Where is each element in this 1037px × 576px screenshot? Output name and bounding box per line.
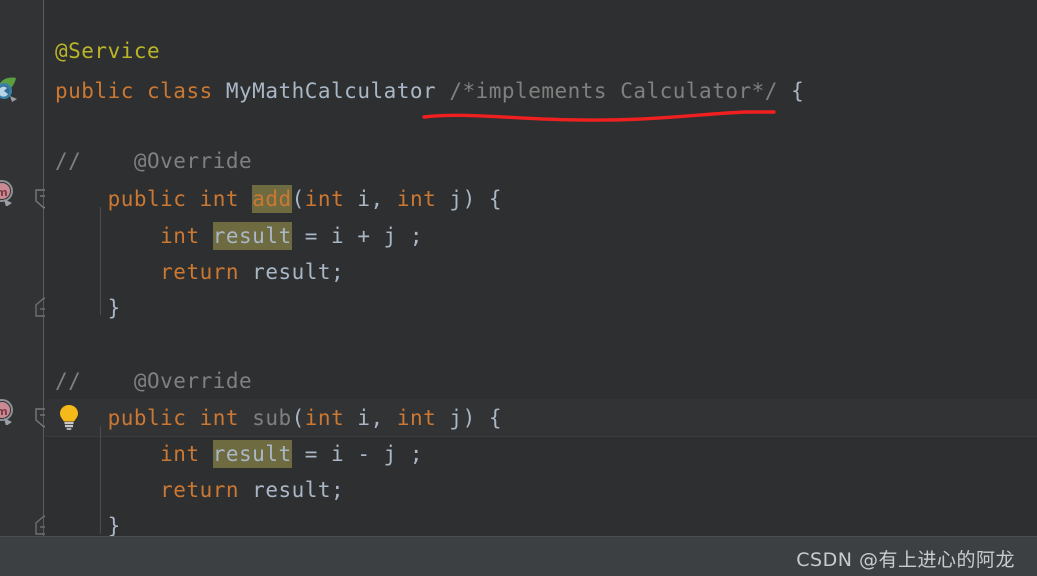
code-token: j bbox=[449, 406, 463, 430]
code-line[interactable]: // @Override bbox=[55, 142, 252, 180]
code-token: } bbox=[107, 514, 121, 536]
code-token: j bbox=[449, 187, 463, 211]
method-marker-icon[interactable]: m bbox=[0, 399, 13, 426]
code-token: public bbox=[107, 187, 187, 211]
ide-editor-screenshot: m m @Service public class MyMathCalculat… bbox=[0, 0, 1037, 576]
code-line[interactable]: int result = i + j ; bbox=[55, 217, 423, 255]
fold-rail bbox=[43, 0, 44, 536]
watermark-bar: CSDN @有上进心的阿龙 bbox=[0, 536, 1037, 576]
code-token: int bbox=[396, 187, 437, 211]
code-line[interactable]: @Service bbox=[55, 32, 160, 70]
code-token: public bbox=[55, 79, 134, 103]
code-token: result; bbox=[252, 478, 345, 502]
code-token: = i - j ; bbox=[291, 442, 424, 466]
code-token: int bbox=[199, 187, 240, 211]
code-token: // @Override bbox=[55, 149, 253, 173]
svg-text:m: m bbox=[0, 186, 8, 199]
code-token: int bbox=[199, 406, 240, 430]
code-token: MyMathCalculator bbox=[225, 79, 437, 103]
code-token: ( bbox=[291, 406, 305, 430]
code-token: return bbox=[160, 260, 240, 284]
code-token: int bbox=[304, 406, 345, 430]
code-token: ( bbox=[291, 187, 305, 211]
code-token: result bbox=[212, 222, 292, 250]
code-token: add bbox=[252, 185, 292, 213]
code-line[interactable]: } bbox=[55, 507, 121, 536]
code-line[interactable]: public int add(int i, int j) { bbox=[55, 180, 502, 218]
code-token: int bbox=[160, 442, 200, 466]
code-token: result bbox=[212, 440, 292, 468]
code-token: int bbox=[160, 224, 200, 248]
code-token: i bbox=[357, 187, 371, 211]
code-token: { bbox=[488, 187, 503, 211]
code-token: // @Override bbox=[55, 369, 253, 393]
code-token: = i + j ; bbox=[291, 224, 424, 248]
code-token: /*implements Calculator*/ bbox=[449, 79, 778, 103]
code-token: { bbox=[488, 406, 503, 430]
code-token: { bbox=[791, 79, 805, 103]
code-token: class bbox=[147, 79, 213, 103]
code-token: , bbox=[370, 406, 397, 430]
code-line[interactable]: // @Override bbox=[55, 362, 252, 400]
code-line[interactable]: int result = i - j ; bbox=[55, 435, 423, 473]
code-token: ) bbox=[462, 187, 489, 211]
code-line[interactable]: } bbox=[55, 289, 121, 327]
svg-text:m: m bbox=[0, 405, 8, 418]
watermark-text: CSDN @有上进心的阿龙 bbox=[796, 549, 1015, 571]
code-token: public bbox=[107, 406, 187, 430]
code-token: } bbox=[107, 296, 121, 320]
code-token: , bbox=[370, 187, 397, 211]
code-token: return bbox=[160, 478, 240, 502]
code-editor-area[interactable]: @Service public class MyMathCalculator /*… bbox=[45, 0, 1037, 536]
code-token: result; bbox=[252, 260, 345, 284]
code-token: ) bbox=[462, 406, 489, 430]
spring-bean-icon[interactable] bbox=[0, 74, 17, 102]
code-token: int bbox=[304, 187, 345, 211]
code-line[interactable]: public int sub(int i, int j) { bbox=[55, 399, 502, 437]
method-marker-icon[interactable]: m bbox=[0, 180, 13, 207]
code-token: @Service bbox=[55, 39, 161, 63]
code-line[interactable]: return result; bbox=[55, 471, 344, 509]
code-token: int bbox=[396, 406, 437, 430]
code-token: i bbox=[357, 406, 371, 430]
code-line[interactable]: public class MyMathCalculator /*implemen… bbox=[55, 72, 804, 110]
code-line[interactable]: return result; bbox=[55, 253, 344, 291]
code-token: sub bbox=[252, 406, 292, 430]
